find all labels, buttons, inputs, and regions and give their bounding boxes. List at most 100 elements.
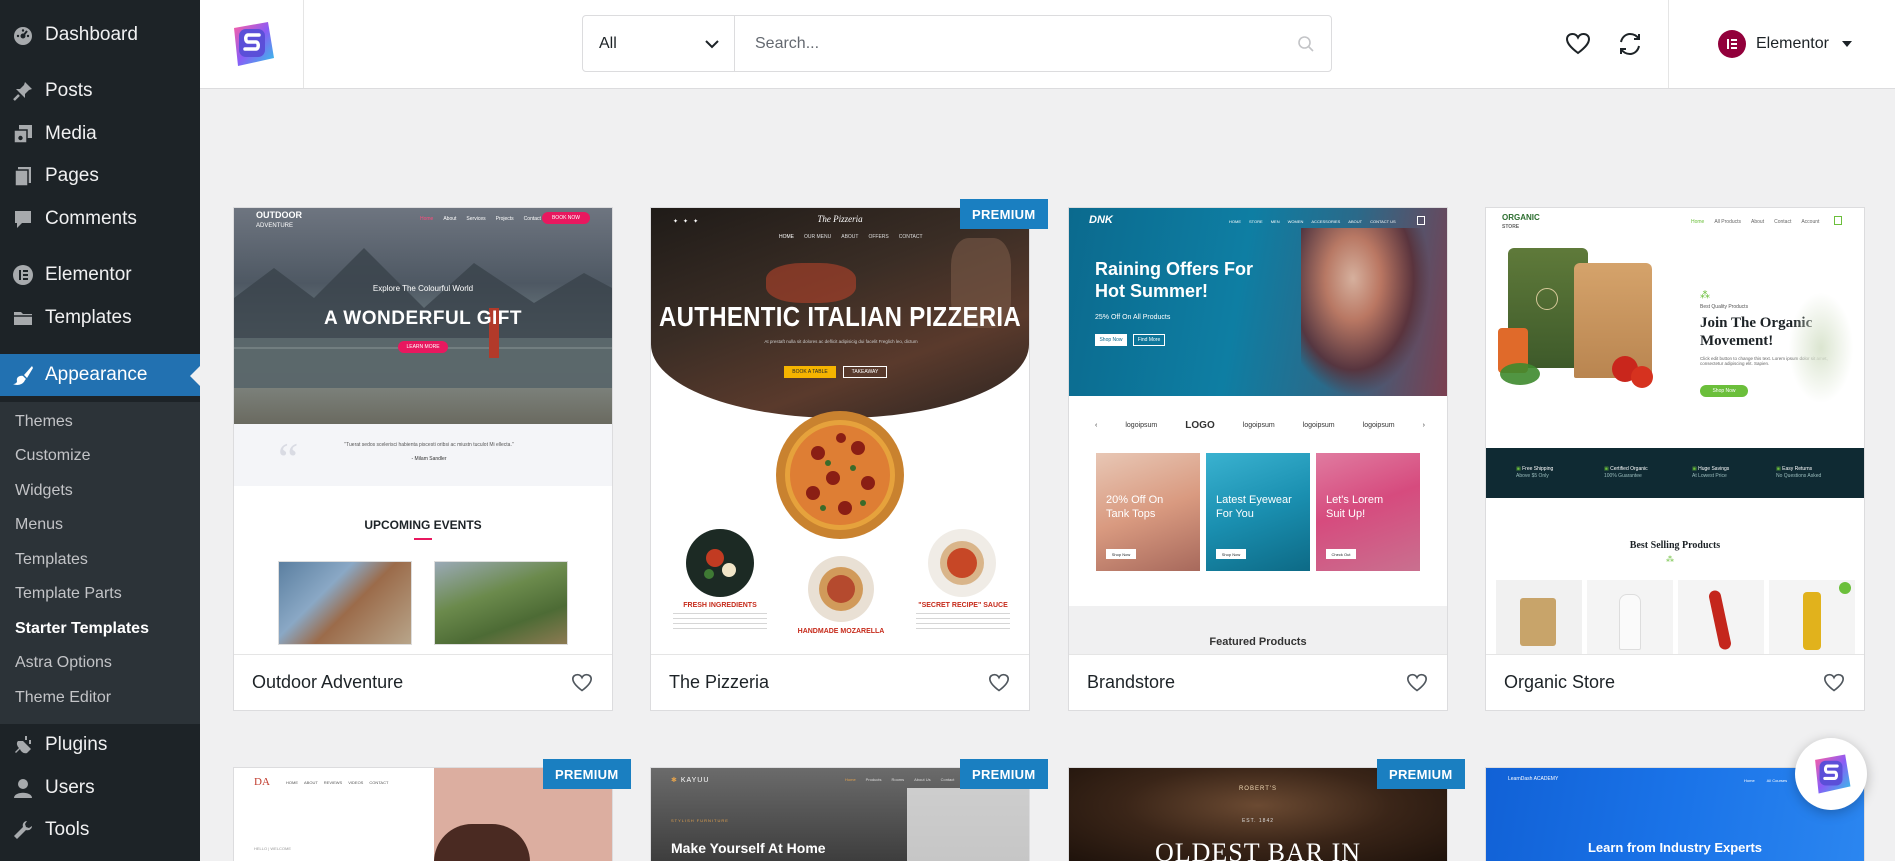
- template-type-value: All: [599, 34, 617, 52]
- preview-logo: DNK: [1089, 214, 1113, 226]
- pizza-image: [776, 411, 904, 539]
- card-title: Brandstore: [1087, 672, 1176, 692]
- elementor-logo-icon: [1718, 30, 1746, 58]
- preview-headline: Learn from Industry Experts: [1587, 840, 1763, 855]
- submenu-item-customize[interactable]: Customize: [15, 447, 91, 465]
- card-footer: Outdoor Adventure: [234, 654, 612, 710]
- template-card-outdoor-adventure[interactable]: OUTDOOR ADVENTURE Home About Services Projec…: [233, 207, 613, 711]
- premium-badge: PREMIUM: [1377, 759, 1465, 789]
- favorite-heart-icon[interactable]: [1822, 671, 1846, 695]
- preview-sub: 25% Off On All Products: [1095, 314, 1171, 321]
- premium-badge: PREMIUM: [960, 199, 1048, 229]
- favorite-heart-icon[interactable]: [1405, 671, 1429, 695]
- template-preview: ✦ ✦ ✦ The Pizzeria HOME OUR MENU ABOUT OFFERS…: [651, 208, 1029, 654]
- template-card-the-pizzeria[interactable]: ✦ ✦ ✦ The Pizzeria HOME OUR MENU ABOUT OFFERS…: [650, 207, 1030, 711]
- preview-welcome: HELLO | WELCOME: [254, 846, 292, 851]
- starter-templates-logo-icon: [233, 22, 274, 66]
- submenu-item-themes[interactable]: Themes: [15, 413, 73, 431]
- promo-tile: Let's Lorem Suit Up! Check Out: [1316, 453, 1420, 571]
- starter-templates-logo[interactable]: [200, 0, 304, 88]
- sidebar-item-templates[interactable]: Templates: [0, 298, 200, 338]
- submenu-item-menus[interactable]: Menus: [15, 516, 63, 534]
- template-type-select[interactable]: All: [583, 16, 735, 71]
- sidebar-item-media[interactable]: Media: [0, 114, 200, 154]
- sidebar-item-users[interactable]: Users: [0, 768, 200, 808]
- sidebar-item-appearance[interactable]: Appearance: [0, 354, 200, 396]
- sync-refresh-icon[interactable]: [1616, 30, 1644, 58]
- preview-logo: ORGANIC STORE: [1502, 213, 1540, 231]
- preview-featured: Featured Products: [1209, 636, 1307, 648]
- preview-events-title: UPCOMING EVENTS: [364, 518, 482, 532]
- search-icon[interactable]: [1281, 16, 1331, 71]
- carousel-prev-icon: ‹: [1095, 422, 1098, 429]
- sidebar-item-pages[interactable]: Pages: [0, 156, 200, 196]
- sidebar-item-elementor[interactable]: Elementor: [0, 255, 200, 295]
- feature-label: HANDMADE MOZARELLA: [797, 628, 885, 635]
- sidebar-item-dashboard[interactable]: Dashboard: [0, 15, 200, 55]
- leaf-decoration: [1786, 288, 1856, 408]
- preview-best: Best Selling Products: [1629, 540, 1721, 551]
- preview-headline: Raining Offers For Hot Summer!: [1095, 259, 1254, 301]
- template-card-brandstore[interactable]: DNK HOME STORE MEN WOMEN ACCESSORIES ABOUT CON…: [1068, 207, 1448, 711]
- submenu-item-theme-editor[interactable]: Theme Editor: [15, 689, 111, 707]
- leaves: [1500, 363, 1540, 385]
- brush-icon: [11, 363, 35, 387]
- ingredients-photo: [686, 529, 754, 597]
- submenu-item-starter-templates[interactable]: Starter Templates: [15, 620, 149, 638]
- card-title: Outdoor Adventure: [252, 672, 404, 692]
- submenu-item-widgets[interactable]: Widgets: [15, 482, 73, 500]
- template-search-bar: All: [582, 15, 1332, 72]
- submenu-item-astra-options[interactable]: Astra Options: [15, 654, 112, 672]
- sidebar-item-label: Users: [45, 777, 95, 798]
- search-input[interactable]: [735, 16, 1281, 71]
- plugin-icon: [11, 733, 35, 757]
- template-card-organic-store[interactable]: ORGANIC STORE Home All Products About Contac…: [1485, 207, 1865, 711]
- sidebar-item-label: Media: [45, 123, 97, 144]
- sidebar-item-label: Comments: [45, 208, 137, 229]
- preview-headline: A WONDERFUL GIFT: [324, 308, 522, 329]
- preview-kicker: STYLISH FURNITURE: [671, 818, 729, 823]
- sidebar-item-label: Appearance: [45, 364, 148, 385]
- user-icon: [11, 776, 35, 800]
- product-tile: [1769, 580, 1855, 654]
- preview-headline: OLDEST BAR IN: [1154, 838, 1362, 861]
- preview-logo: ✱ KAYUU: [671, 777, 710, 784]
- sidebar-item-label: Plugins: [45, 734, 108, 755]
- submenu-item-template-parts[interactable]: Template Parts: [15, 585, 122, 603]
- event-photo-trail: [434, 561, 568, 645]
- preview-cta: BOOK NOW: [542, 212, 590, 224]
- favorite-heart-icon[interactable]: [570, 671, 594, 695]
- preview-nav: HOME ABOUT REVIEWS VIDEOS CONTACT: [286, 780, 389, 785]
- page-builder-select[interactable]: Elementor: [1718, 29, 1853, 59]
- page-builder-label: Elementor: [1756, 35, 1829, 52]
- header-divider: [1668, 0, 1669, 88]
- model-photo: [1301, 228, 1431, 396]
- sidebar-item-label: Templates: [45, 307, 132, 328]
- sidebar-item-tools[interactable]: Tools: [0, 810, 200, 850]
- preview-button: LEARN MORE: [398, 341, 448, 353]
- appearance-submenu: Themes Customize Widgets Menus Templates…: [0, 402, 200, 724]
- card-footer: The Pizzeria: [651, 654, 1029, 710]
- promo-tile: Latest Eyewear For You Shop Now: [1206, 453, 1310, 571]
- preview-nav: Home About Services Projects Contact: [420, 216, 541, 222]
- brand-logos-row: ‹ logoipsum LOGO logoipsum logoipsum log…: [1095, 420, 1425, 431]
- leaf-icon: ⁂: [1700, 290, 1710, 301]
- favorites-heart-icon[interactable]: [1564, 30, 1592, 58]
- template-preview: ORGANIC STORE Home All Products About Contac…: [1486, 208, 1864, 654]
- preview-btn-takeaway: TAKEAWAY: [843, 366, 887, 378]
- favorite-heart-icon[interactable]: [987, 671, 1011, 695]
- preview-nav: HOME OUR MENU ABOUT OFFERS CONTACT: [779, 234, 923, 240]
- product-tile: [1496, 580, 1582, 654]
- sidebar-item-label: Posts: [45, 80, 93, 101]
- preview-logo: DA: [254, 776, 270, 788]
- submenu-item-templates[interactable]: Templates: [15, 551, 88, 569]
- sidebar-item-comments[interactable]: Comments: [0, 199, 200, 239]
- pages-icon: [11, 164, 35, 188]
- testimonial-section: “ "Tuerat sedos scelerisci habienta pisc…: [234, 424, 612, 486]
- carousel-next-icon: ›: [1422, 422, 1425, 429]
- starter-templates-help-button[interactable]: [1795, 738, 1867, 810]
- preview-headline: AUTHENTIC ITALIAN PIZZERIA: [659, 301, 1021, 333]
- sidebar-item-posts[interactable]: Posts: [0, 71, 200, 111]
- sidebar-item-plugins[interactable]: Plugins: [0, 725, 200, 765]
- wrench-icon: [11, 818, 35, 842]
